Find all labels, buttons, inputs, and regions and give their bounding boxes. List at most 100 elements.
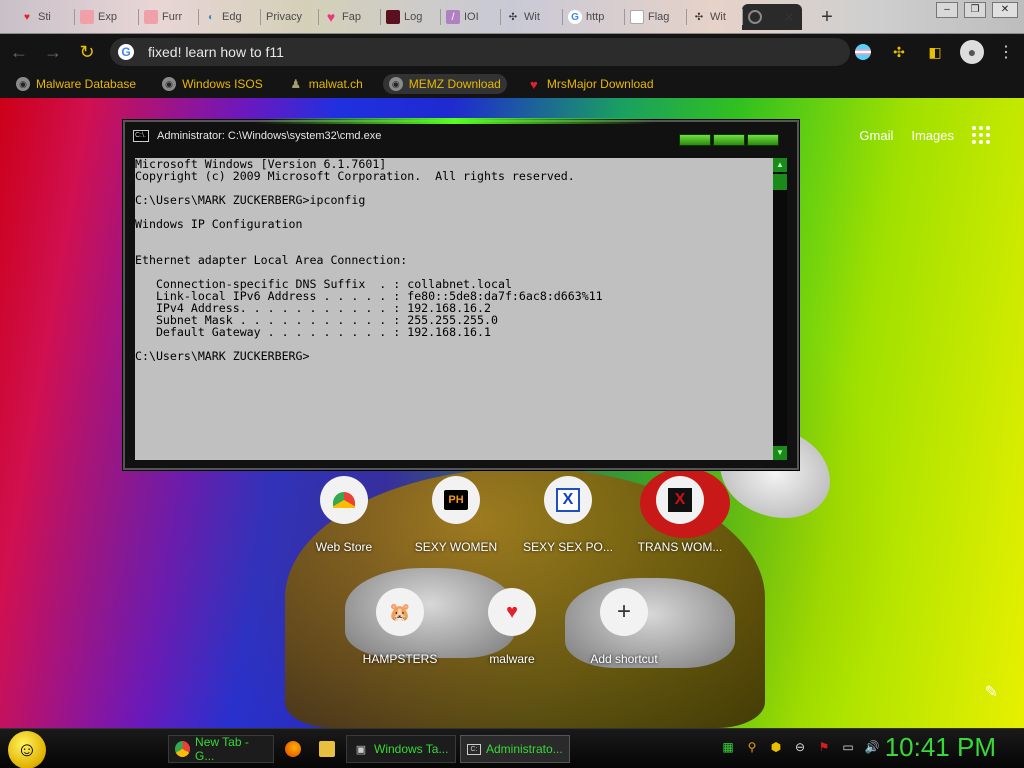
globe-icon: ◉ xyxy=(388,77,403,91)
tab-2[interactable]: Furr xyxy=(138,4,196,30)
taskbar: ☺ New Tab - G... ▣ Windows Ta... C: Admi… xyxy=(0,728,1024,768)
side-panel-icon[interactable]: ◧ xyxy=(924,41,946,63)
taskbar-firefox[interactable] xyxy=(278,735,308,763)
apps-grid-icon[interactable] xyxy=(972,126,990,144)
x-logo-icon: X xyxy=(668,488,692,512)
browser-toolbar: ← → ↻ G fixed! learn how to f11 ✣ ◧ ● ⋮ xyxy=(0,34,1024,70)
scroll-thumb[interactable] xyxy=(773,174,787,190)
start-button[interactable]: ☺ xyxy=(8,731,46,768)
status-icon[interactable]: ⊖ xyxy=(792,739,808,755)
maximize-button[interactable]: ❐ xyxy=(964,2,986,18)
tab-label: Sti xyxy=(38,11,51,23)
console-line: Copyright (c) 2009 Microsoft Corporation… xyxy=(135,169,575,183)
close-window-button[interactable] xyxy=(747,134,779,146)
bookmark-malwatch[interactable]: ♟ malwat.ch xyxy=(283,74,369,94)
minimize-button[interactable] xyxy=(679,134,711,146)
cmd-scrollbar[interactable]: ▲ ▼ xyxy=(773,158,787,460)
console-line: Windows IP Configuration xyxy=(135,217,303,231)
scroll-down-icon[interactable]: ▼ xyxy=(773,446,787,460)
tab-0[interactable]: ♥ Sti xyxy=(14,4,72,30)
shortcut-tile: + xyxy=(600,588,648,636)
shortcut-hampsters[interactable]: 🐹 HAMPSTERS xyxy=(344,588,456,666)
bookmark-windows-isos[interactable]: ◉ Windows ISOS xyxy=(156,74,269,94)
console-line: C:\Users\MARK ZUCKERBERG> xyxy=(135,349,310,363)
close-window-button[interactable]: ✕ xyxy=(992,2,1018,18)
taskbar-task-manager[interactable]: ▣ Windows Ta... xyxy=(346,735,456,763)
profile-avatar[interactable]: ● xyxy=(960,40,984,64)
address-bar[interactable]: G fixed! learn how to f11 xyxy=(110,38,850,66)
tab-8[interactable]: ✣ Wit xyxy=(500,4,560,30)
new-tab-button[interactable]: + xyxy=(816,6,838,28)
scroll-up-icon[interactable]: ▲ xyxy=(773,158,787,172)
tab-9[interactable]: G http xyxy=(562,4,622,30)
customize-pencil-icon[interactable]: ✎ xyxy=(985,682,998,702)
minimize-button[interactable]: – xyxy=(936,2,958,18)
tab-10[interactable]: Flag xyxy=(624,4,684,30)
tab-1[interactable]: Exp xyxy=(74,4,136,30)
person-icon: ♟ xyxy=(290,77,302,91)
taskbar-clock[interactable]: 10:41 PM xyxy=(885,732,996,763)
bookmark-label: Windows ISOS xyxy=(182,77,263,91)
shortcut-trans-wom[interactable]: X TRANS WOM... xyxy=(624,476,736,554)
volume-icon[interactable]: 🔊 xyxy=(864,739,880,755)
task-label: New Tab - G... xyxy=(195,735,249,763)
shortcut-label: HAMPSTERS xyxy=(362,652,438,666)
shortcut-add[interactable]: + Add shortcut xyxy=(568,588,680,666)
tab-11[interactable]: ✣ Wit xyxy=(686,4,738,30)
image-icon xyxy=(386,10,400,24)
shortcut-sexy-sex-po[interactable]: X SEXY SEX PO... xyxy=(512,476,624,554)
shortcut-tile xyxy=(320,476,368,524)
taskbar-chrome[interactable]: New Tab - G... xyxy=(168,735,274,763)
reload-button[interactable]: ↻ xyxy=(72,37,102,67)
tab-3[interactable]: ◐ Edg xyxy=(198,4,258,30)
taskbar-explorer[interactable] xyxy=(312,735,342,763)
taskbar-cmd[interactable]: C: Administrato... xyxy=(460,735,570,763)
search-icon[interactable]: ⚲ xyxy=(744,739,760,755)
tab-label: Furr xyxy=(162,11,183,23)
tab-label: Fap xyxy=(342,11,361,23)
cmd-icon: C: xyxy=(467,743,481,755)
shortcut-sexy-women[interactable]: PH SEXY WOMEN xyxy=(400,476,512,554)
tab-label: IOI xyxy=(464,11,479,23)
action-center-flag-icon[interactable]: ⚑ xyxy=(816,739,832,755)
menu-icon[interactable]: ⋮ xyxy=(998,42,1014,62)
green-square-icon[interactable]: ▦ xyxy=(720,739,736,755)
cmd-console-output[interactable]: Microsoft Windows [Version 6.1.7601] Cop… xyxy=(135,158,777,460)
tab-7[interactable]: / IOI xyxy=(440,4,498,30)
forward-button[interactable]: → xyxy=(38,37,68,67)
images-link[interactable]: Images xyxy=(911,128,954,143)
bookmark-malware-database[interactable]: ◉ Malware Database xyxy=(10,74,142,94)
console-line: Default Gateway . . . . . . . . . : 192.… xyxy=(135,325,491,339)
chrome-icon xyxy=(175,741,191,757)
google-icon: G xyxy=(568,10,582,24)
tab-5[interactable]: ♥ Fap xyxy=(318,4,378,30)
puzzle-icon: ✣ xyxy=(508,11,518,23)
bookmark-mrsmajor-download[interactable]: ♥ MrsMajor Download xyxy=(521,74,660,94)
heart-icon: ♥ xyxy=(529,76,538,92)
blank-icon xyxy=(630,10,644,24)
tab-label: Wit xyxy=(710,11,726,23)
shortcut-label: malware xyxy=(489,652,535,666)
bookmark-memz-download[interactable]: ◉ MEMZ Download xyxy=(382,74,507,94)
close-tab-icon[interactable]: ✕ xyxy=(780,8,798,26)
shortcut-tile: X xyxy=(656,476,704,524)
network-icon[interactable]: ▭ xyxy=(840,739,856,755)
shield-icon[interactable]: ⬢ xyxy=(768,739,784,755)
back-button[interactable]: ← xyxy=(4,37,34,67)
shortcut-web-store[interactable]: Web Store xyxy=(288,476,400,554)
folder-icon xyxy=(319,741,335,757)
tab-6[interactable]: Log xyxy=(380,4,438,30)
gmail-link[interactable]: Gmail xyxy=(859,128,893,143)
hamster-icon: 🐹 xyxy=(388,601,412,622)
extensions-icon[interactable]: ✣ xyxy=(888,41,910,63)
pride-flag-icon[interactable] xyxy=(852,41,874,63)
address-text: fixed! learn how to f11 xyxy=(148,44,284,60)
tab-4[interactable]: Privacy xyxy=(260,4,316,30)
shortcut-tile: 🐹 xyxy=(376,588,424,636)
bookmark-label: MrsMajor Download xyxy=(546,77,654,91)
cmd-window[interactable]: C:\. Administrator: C:\Windows\system32\… xyxy=(123,118,799,470)
shortcut-malware[interactable]: ♥ malware xyxy=(456,588,568,666)
taskbar-items: New Tab - G... ▣ Windows Ta... C: Admini… xyxy=(168,735,570,763)
maximize-button[interactable] xyxy=(713,134,745,146)
